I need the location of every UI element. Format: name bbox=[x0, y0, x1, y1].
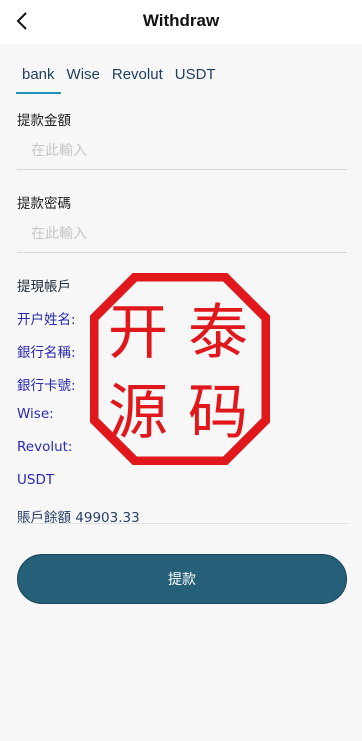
withdraw-method-tabs: bank Wise Revolut USDT bbox=[16, 60, 222, 94]
seal-char-2: 泰 bbox=[188, 298, 248, 368]
tab-revolut[interactable]: Revolut bbox=[106, 60, 169, 94]
balance-divider bbox=[17, 523, 347, 524]
password-label: 提款密碼 bbox=[17, 196, 71, 212]
amount-label: 提款金額 bbox=[17, 113, 71, 129]
holder-name: 开户姓名: bbox=[17, 312, 76, 328]
wise-account: Wise: bbox=[17, 406, 54, 422]
card-number: 銀行卡號: bbox=[17, 378, 76, 394]
tab-usdt[interactable]: USDT bbox=[169, 60, 222, 94]
page-title: Withdraw bbox=[142, 11, 220, 30]
tab-wise[interactable]: Wise bbox=[61, 60, 106, 94]
seal-char-3: 源 bbox=[108, 378, 168, 448]
amount-input[interactable] bbox=[17, 132, 347, 170]
header-bar: Withdraw bbox=[0, 0, 362, 44]
seal-char-1: 开 bbox=[108, 298, 168, 368]
withdraw-submit-button[interactable]: 提款 bbox=[17, 554, 347, 604]
usdt-account: USDT bbox=[17, 472, 55, 488]
tab-bank[interactable]: bank bbox=[16, 60, 61, 94]
account-heading: 提現帳戶 bbox=[17, 279, 71, 295]
password-input[interactable] bbox=[17, 215, 347, 253]
revolut-account: Revolut: bbox=[17, 439, 73, 455]
watermark-seal: 开 泰 源 码 bbox=[90, 273, 270, 465]
seal-char-4: 码 bbox=[188, 378, 248, 448]
bank-name: 銀行名稱: bbox=[17, 345, 76, 361]
